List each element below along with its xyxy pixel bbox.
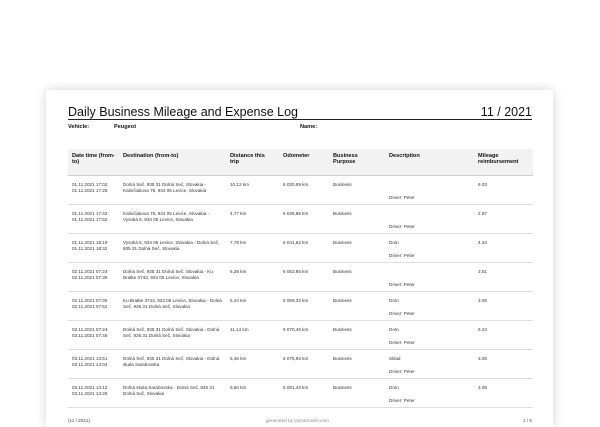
header-reimbursement: Mileage reimbursement <box>474 149 533 176</box>
table-row: 01.11.2021 18:19 01.11.2021 18:32 Vysoká… <box>68 233 533 263</box>
cell-odometer: 6 053,85 km <box>279 262 329 292</box>
document-title: Daily Business Mileage and Expense Log <box>68 105 298 119</box>
description-driver: Driver: Peter <box>389 224 415 229</box>
description-note: Dom <box>389 327 399 332</box>
cell-reimbursement: 6.03 <box>474 175 533 205</box>
cell-purpose: Business <box>329 320 385 350</box>
cell-odometer: 6 030,59 km <box>279 175 329 205</box>
cell-reimbursement: 3.08 <box>474 378 533 408</box>
description-driver: Driver: Peter <box>389 253 415 258</box>
cell-distance: 5,50 km <box>226 378 279 408</box>
cell-purpose: Business <box>329 378 385 408</box>
table-header-row: Date time (from-to) Destination (from-to… <box>68 149 533 176</box>
cell-datetime: 03.11.2021 07:24 03.11.2021 07:45 <box>68 320 119 350</box>
table-row: 02.11.2021 07:24 02.11.2021 07:39 Dolná … <box>68 262 533 292</box>
cell-purpose: Business <box>329 175 385 205</box>
cell-distance: 7,79 km <box>226 233 279 263</box>
cell-destination: Ku Bratke 3743, 934 05 Levice, Slovakia … <box>119 291 226 321</box>
header-purpose: Business Purpose <box>329 149 385 176</box>
vehicle-value: Peugeot <box>114 124 137 130</box>
cell-destination: Vysoká 5, 934 05 Levice, Slovakia - Doln… <box>119 233 226 263</box>
description-driver: Driver: Peter <box>389 398 415 403</box>
cell-datetime: 01.11.2021 18:19 01.11.2021 18:32 <box>68 233 119 263</box>
cell-reimbursement: 6.24 <box>474 320 533 350</box>
cell-odometer: 6 035,85 km <box>279 204 329 234</box>
table-row: 03.11.2021 14:12 03.11.2021 14:26 Dolná … <box>68 378 533 408</box>
description-note: Dom <box>389 240 399 245</box>
cell-distance: 11,14 km <box>226 320 279 350</box>
vehicle-label: Vehicle: <box>68 124 90 130</box>
cell-distance: 5,46 km <box>226 349 279 379</box>
description-note: Dom <box>389 298 399 303</box>
cell-destination: Dolná Seč, 935 31 Dolná Seč, Slovakia - … <box>119 175 226 205</box>
description-driver: Driver: Peter <box>389 311 415 316</box>
cell-purpose: Business <box>329 349 385 379</box>
table-row: 02.11.2021 07:39 02.11.2021 07:52 Ku Bra… <box>68 291 533 321</box>
cell-odometer: 6 075,93 km <box>279 349 329 379</box>
cell-datetime: 01.11.2021 17:02 01.11.2021 17:25 <box>68 175 119 205</box>
description-note <box>389 211 470 218</box>
description-driver: Driver: Peter <box>389 369 415 374</box>
cell-datetime: 02.11.2021 07:39 02.11.2021 07:52 <box>68 291 119 321</box>
cell-odometer: 6 041,62 km <box>279 233 329 263</box>
cell-reimbursement: 3.51 <box>474 262 533 292</box>
description-driver: Driver: Peter <box>389 340 415 345</box>
table-row: 03.11.2021 13:51 03.11.2021 14:04 Dolná … <box>68 349 533 379</box>
cell-destination: Dolná skala Sarabovska - Dolná Seč, 935 … <box>119 378 226 408</box>
footer-page-number: 1 / 5 <box>523 418 532 423</box>
document-page: Daily Business Mileage and Expense Log 1… <box>46 90 553 427</box>
description-note: Sklad <box>389 356 401 361</box>
description-driver: Driver: Peter <box>389 195 415 200</box>
cell-description: Driver: Peter <box>385 262 474 292</box>
header-description: Description <box>385 149 474 176</box>
cell-description: Sklad Driver: Peter <box>385 349 474 379</box>
cell-destination: Dolná Seč, 935 31 Dolná Seč, Slovakia - … <box>119 262 226 292</box>
table-row: 01.11.2021 17:02 01.11.2021 17:25 Dolná … <box>68 175 533 205</box>
cell-purpose: Business <box>329 262 385 292</box>
description-note <box>389 182 470 189</box>
header-odometer: Odometer <box>279 149 329 176</box>
cell-destination: Dolná Seč, 935 31 Dolná Seč, Slovakia - … <box>119 349 226 379</box>
cell-reimbursement: 4.34 <box>474 233 533 263</box>
cell-destination: Dolná Seč, 935 31 Dolná Seč, Slovakia - … <box>119 320 226 350</box>
cell-description: Dom Driver: Peter <box>385 320 474 350</box>
header-distance: Distance this trip <box>226 149 279 176</box>
cell-description: Driver: Peter <box>385 175 474 205</box>
cell-reimbursement: 2.87 <box>474 204 533 234</box>
cell-odometer: 6 081,43 km <box>279 378 329 408</box>
cell-description: Driver: Peter <box>385 204 474 234</box>
footer-period: (11 / 2021) <box>68 418 90 423</box>
cell-reimbursement: 3.06 <box>474 349 533 379</box>
cell-reimbursement: 3.05 <box>474 291 533 321</box>
cell-datetime: 03.11.2021 14:12 03.11.2021 14:26 <box>68 378 119 408</box>
cell-purpose: Business <box>329 233 385 263</box>
cell-description: Dom Driver: Peter <box>385 291 474 321</box>
cell-datetime: 03.11.2021 13:51 03.11.2021 14:04 <box>68 349 119 379</box>
cell-distance: 6,28 km <box>226 262 279 292</box>
cell-description: Dom Driver: Peter <box>385 233 474 263</box>
cell-purpose: Business <box>329 204 385 234</box>
cell-purpose: Business <box>329 291 385 321</box>
cell-description: Dom Driver: Peter <box>385 378 474 408</box>
header-datetime: Date time (from-to) <box>68 149 119 176</box>
description-note <box>389 269 470 276</box>
footer-generator: generated by mycartracks.com <box>266 418 329 423</box>
title-divider <box>68 119 532 120</box>
cell-datetime: 01.11.2021 17:42 01.11.2021 17:52 <box>68 204 119 234</box>
table-row: 01.11.2021 17:42 01.11.2021 17:52 Kalinč… <box>68 204 533 234</box>
cell-distance: 5,44 km <box>226 291 279 321</box>
name-label: Name: <box>300 124 318 130</box>
cell-odometer: 6 070,46 km <box>279 320 329 350</box>
description-driver: Driver: Peter <box>389 282 415 287</box>
description-note: Dom <box>389 385 399 390</box>
cell-distance: 4,77 km <box>226 204 279 234</box>
document-period: 11 / 2021 <box>480 105 532 119</box>
header-destination: Destination (from-to) <box>119 149 226 176</box>
cell-destination: Kalinčiakova 76, 934 05 Levice, Slovakia… <box>119 204 226 234</box>
cell-datetime: 02.11.2021 07:24 02.11.2021 07:39 <box>68 262 119 292</box>
table-row: 03.11.2021 07:24 03.11.2021 07:45 Dolná … <box>68 320 533 350</box>
cell-odometer: 6 059,32 km <box>279 291 329 321</box>
cell-distance: 10,12 km <box>226 175 279 205</box>
mileage-table: Date time (from-to) Destination (from-to… <box>68 149 533 408</box>
